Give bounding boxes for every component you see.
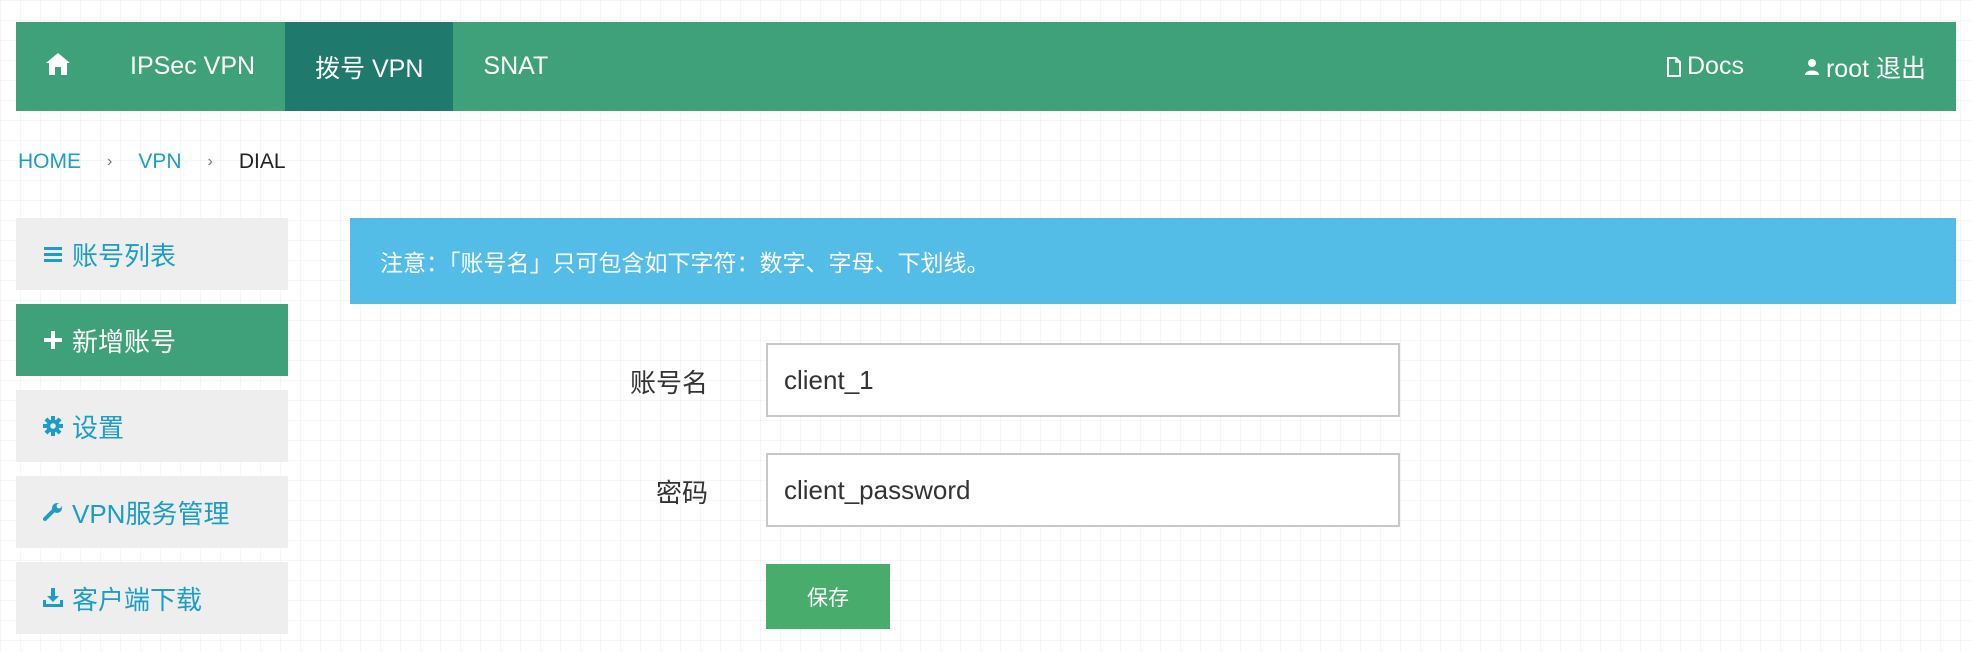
breadcrumb-vpn[interactable]: VPN <box>138 150 181 174</box>
breadcrumb: HOME › VPN › DIAL <box>18 150 286 174</box>
nav-user-logout[interactable]: root 退出 <box>1774 22 1956 111</box>
sidebar-item-label: 客户端下载 <box>72 584 203 615</box>
sidebar: 账号列表 新增账号 设置 VPN服务管理 客户端下载 <box>16 218 288 648</box>
docs-label: Docs <box>1687 52 1744 80</box>
breadcrumb-home[interactable]: HOME <box>18 150 81 174</box>
nav-docs-link[interactable]: Docs <box>1637 22 1774 111</box>
sidebar-item-settings[interactable]: 设置 <box>16 390 288 462</box>
nav-tab-label: 拨号 VPN <box>315 54 424 83</box>
sidebar-item-account-list[interactable]: 账号列表 <box>16 218 288 290</box>
username-label: 账号名 <box>629 368 708 398</box>
nav-home-button[interactable] <box>16 22 100 111</box>
download-icon <box>42 588 64 608</box>
sidebar-item-vpn-service[interactable]: VPN服务管理 <box>16 476 288 548</box>
breadcrumb-separator: › <box>207 153 213 170</box>
notice-alert: 注意：「账号名」只可包含如下字符：数字、字母、下划线。 <box>350 218 1956 304</box>
sidebar-item-add-account[interactable]: 新增账号 <box>16 304 288 376</box>
user-logout-label: root 退出 <box>1825 54 1926 83</box>
notice-alert-text: 注意：「账号名」只可包含如下字符：数字、字母、下划线。 <box>380 250 990 276</box>
password-input[interactable] <box>766 453 1400 527</box>
document-icon <box>1667 56 1681 77</box>
nav-tab-label: SNAT <box>483 52 549 80</box>
list-icon <box>42 245 64 263</box>
gear-icon <box>42 416 64 436</box>
nav-tab-snat[interactable]: SNAT <box>453 22 578 111</box>
sidebar-item-client-download[interactable]: 客户端下载 <box>16 562 288 634</box>
username-input[interactable] <box>766 343 1400 417</box>
nav-tab-dial-vpn[interactable]: 拨号 VPN <box>285 22 454 111</box>
user-icon <box>1804 58 1820 76</box>
breadcrumb-separator: › <box>107 153 113 170</box>
nav-tab-label: IPSec VPN <box>130 52 256 80</box>
breadcrumb-current: DIAL <box>238 150 286 173</box>
sidebar-item-label: 新增账号 <box>72 326 177 357</box>
save-button[interactable]: 保存 <box>766 564 890 629</box>
sidebar-item-label: 设置 <box>72 412 125 443</box>
sidebar-item-label: 账号列表 <box>72 240 177 271</box>
top-navbar: IPSec VPN 拨号 VPN SNAT Docs root 退出 <box>16 22 1956 111</box>
wrench-icon <box>42 502 64 522</box>
home-icon <box>45 52 71 81</box>
password-label: 密码 <box>655 478 708 508</box>
sidebar-item-label: VPN服务管理 <box>72 498 230 529</box>
plus-icon <box>42 331 64 349</box>
nav-tab-ipsec-vpn[interactable]: IPSec VPN <box>100 22 285 111</box>
